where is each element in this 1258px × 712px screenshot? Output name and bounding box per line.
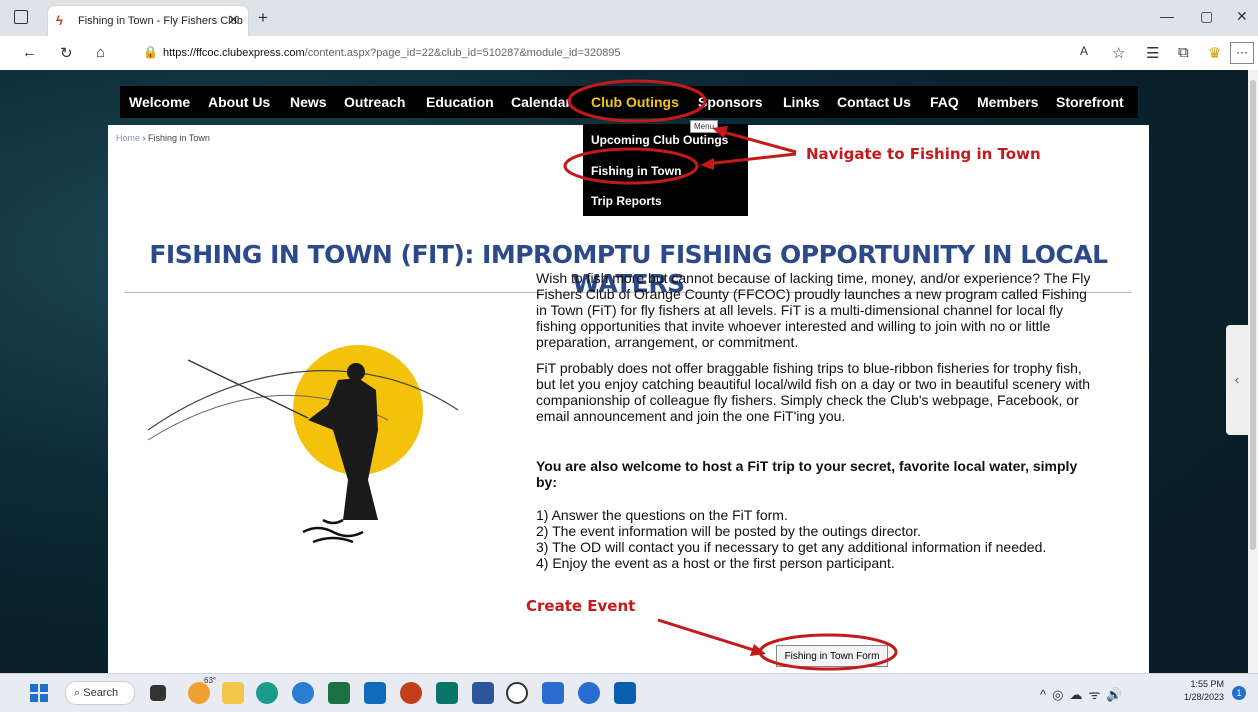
collections-icon[interactable]: ⧉ <box>1178 44 1189 61</box>
site-favicon-icon: ϟ <box>56 13 63 28</box>
excel-icon[interactable] <box>328 682 350 704</box>
fishing-in-town-form-button[interactable]: Fishing in Town Form <box>776 645 888 667</box>
url-path: /content.aspx?page_id=22&club_id=510287&… <box>304 47 621 59</box>
app-icon[interactable] <box>614 682 636 704</box>
menu-item-outreach[interactable]: Outreach <box>344 94 405 110</box>
menu-item-calendar[interactable]: Calendar <box>511 94 571 110</box>
browser-tab[interactable]: ϟ Fishing in Town - Fly Fishers Club ✕ <box>48 6 248 36</box>
navigate-annotation: Navigate to Fishing in Town <box>806 145 1041 163</box>
menu-item-contact-us[interactable]: Contact Us <box>837 94 911 110</box>
menu-item-welcome[interactable]: Welcome <box>129 94 190 110</box>
menu-item-storefront[interactable]: Storefront <box>1056 94 1124 110</box>
dell-icon[interactable] <box>506 682 528 704</box>
main-menu-bar: Welcome About Us News Outreach Education… <box>120 86 1138 118</box>
weather-icon[interactable] <box>188 682 210 704</box>
menu-item-news[interactable]: News <box>290 94 327 110</box>
breadcrumb-current: Fishing in Town <box>148 133 210 143</box>
word-icon[interactable] <box>472 682 494 704</box>
breadcrumb-home-link[interactable]: Home <box>116 133 140 143</box>
menu-item-about-us[interactable]: About Us <box>208 94 270 110</box>
clock[interactable]: 1:55 PM 1/28/2023 <box>1178 678 1224 704</box>
address-bar-row: ← ↻ ⌂ 🔒 https://ffcoc.clubexpress.com/co… <box>0 36 1258 71</box>
step-item: 4) Enjoy the event as a host or the firs… <box>536 555 895 571</box>
refresh-icon[interactable]: ↻ <box>60 44 73 62</box>
dropdown-item-upcoming-club-outings[interactable]: Upcoming Club Outings <box>591 133 728 147</box>
lock-icon: 🔒 <box>143 45 158 59</box>
tab-title: Fishing in Town - Fly Fishers Club <box>78 15 243 27</box>
publisher-icon[interactable] <box>436 682 458 704</box>
steps-list: 1) Answer the questions on the FiT form.… <box>536 507 1096 571</box>
file-explorer-icon[interactable] <box>222 682 244 704</box>
step-item: 2) The event information will be posted … <box>536 523 921 539</box>
url-base: https://ffcoc.clubexpress.com <box>163 47 305 59</box>
windows-taskbar: ⌕ Search 63° ^◎☁ᯤ🔊 1:55 PM 1/28/2023 1 <box>0 673 1258 712</box>
taskbar-search[interactable]: ⌕ Search <box>65 681 135 705</box>
menu-item-education[interactable]: Education <box>426 94 494 110</box>
read-aloud-icon[interactable]: A <box>1080 44 1088 58</box>
url-field[interactable]: https://ffcoc.clubexpress.com/content.as… <box>163 42 1063 64</box>
fit-paragraph: FiT probably does not offer braggable fi… <box>536 360 1091 424</box>
fly-fisher-illustration <box>147 345 459 544</box>
menu-item-members[interactable]: Members <box>977 94 1038 110</box>
menu-item-club-outings[interactable]: Club Outings <box>591 94 679 110</box>
task-view-icon[interactable] <box>150 685 166 701</box>
home-icon[interactable]: ⌂ <box>96 44 105 61</box>
side-panel-toggle-icon[interactable]: ‹ <box>1226 325 1248 435</box>
taskbar-search-label: Search <box>83 687 119 699</box>
club-outings-dropdown: Upcoming Club Outings Fishing in Town Tr… <box>583 124 748 216</box>
new-tab-icon[interactable]: + <box>258 8 268 28</box>
menu-item-sponsors[interactable]: Sponsors <box>698 94 763 110</box>
app-icon[interactable] <box>292 682 314 704</box>
dropdown-item-fishing-in-town[interactable]: Fishing in Town <box>591 164 681 178</box>
intro-paragraph: Wish to fish more but cannot because of … <box>536 270 1091 350</box>
host-heading: You are also welcome to host a FiT trip … <box>536 458 1078 490</box>
step-item: 1) Answer the questions on the FiT form. <box>536 507 788 523</box>
breadcrumb: Home › Fishing in Town <box>116 133 210 143</box>
back-icon[interactable]: ← <box>22 44 37 61</box>
more-menu-icon[interactable]: ··· <box>1230 42 1254 64</box>
dropdown-item-trip-reports[interactable]: Trip Reports <box>591 194 662 208</box>
clock-date: 1/28/2023 <box>1183 692 1224 702</box>
notification-badge-icon[interactable]: 1 <box>1232 686 1246 700</box>
minimize-icon[interactable]: — <box>1160 8 1174 24</box>
close-tab-icon[interactable]: ✕ <box>228 12 239 28</box>
app-icon[interactable] <box>542 682 564 704</box>
search-icon: ⌕ <box>74 687 81 699</box>
restore-icon[interactable]: ▢ <box>1200 8 1213 25</box>
menu-tooltip: Menu <box>690 120 719 133</box>
outlook-icon[interactable] <box>364 682 386 704</box>
create-event-annotation: Create Event <box>526 597 636 615</box>
powerpoint-icon[interactable] <box>400 682 422 704</box>
favorites-icon[interactable]: ☰ <box>1146 44 1159 62</box>
page-scrollbar[interactable] <box>1248 70 1258 673</box>
close-window-icon[interactable]: ✕ <box>1236 8 1248 25</box>
system-tray-icons[interactable]: ^◎☁ᯤ🔊 <box>1040 685 1129 703</box>
tab-actions-icon[interactable] <box>14 10 28 24</box>
weather-temp: 63° <box>204 676 217 685</box>
edge-icon[interactable] <box>256 682 278 704</box>
browser-title-bar: ϟ Fishing in Town - Fly Fishers Club ✕ +… <box>0 0 1258 36</box>
app-icon[interactable] <box>578 682 600 704</box>
clock-time: 1:55 PM <box>1190 679 1224 689</box>
profile-icon[interactable]: ♛ <box>1208 44 1221 62</box>
favorites-add-icon[interactable]: ☆ <box>1112 44 1125 62</box>
scrollbar-thumb[interactable] <box>1250 80 1256 550</box>
start-icon[interactable] <box>30 684 48 702</box>
menu-item-faq[interactable]: FAQ <box>930 94 959 110</box>
web-page: Welcome About Us News Outreach Education… <box>0 70 1248 673</box>
menu-item-links[interactable]: Links <box>783 94 820 110</box>
step-item: 3) The OD will contact you if necessary … <box>536 539 1047 555</box>
